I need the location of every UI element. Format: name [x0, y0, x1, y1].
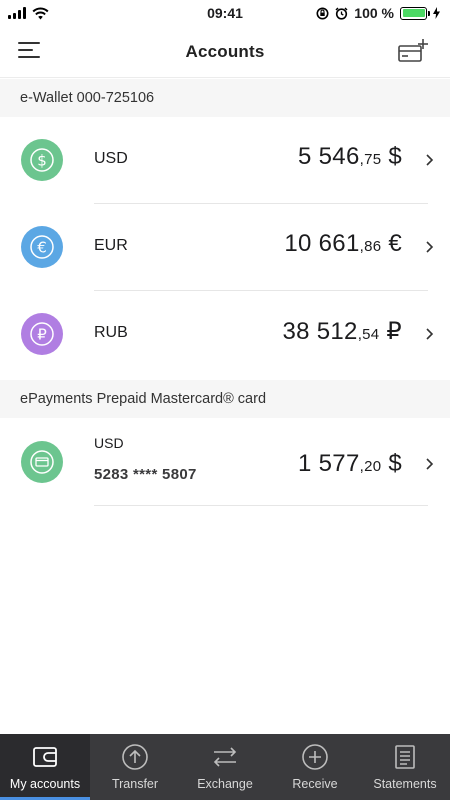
account-currency: RUB: [94, 324, 128, 341]
exchange-arrows-icon: [213, 747, 237, 767]
battery-level: [402, 9, 425, 17]
svg-text:$: $: [37, 152, 47, 170]
dollar-icon: $: [21, 139, 63, 181]
currency-symbol: $: [388, 450, 402, 477]
ruble-icon: ₽: [21, 313, 63, 355]
chevron-right-icon: [426, 328, 434, 340]
status-right: 100 %: [316, 5, 440, 21]
tab-statements[interactable]: Statements: [360, 734, 450, 800]
account-balance: 10 661,86 €: [284, 230, 402, 258]
wallet-icon: [33, 747, 57, 767]
currency-symbol: $: [388, 143, 402, 170]
tab-my-accounts[interactable]: My accounts: [0, 734, 90, 800]
svg-text:€: €: [37, 239, 47, 257]
add-card-button[interactable]: [398, 38, 430, 64]
signal-icon: [8, 7, 26, 19]
chevron-right-icon: [426, 154, 434, 166]
account-currency: EUR: [94, 237, 128, 254]
battery-icon: [400, 6, 430, 20]
balance-main: 10 661: [284, 230, 360, 257]
account-currency: USD: [94, 150, 128, 167]
row-divider: [94, 505, 428, 506]
account-row-rub[interactable]: ₽ RUB 38 512,54 ₽: [0, 291, 450, 378]
card-balance: 1 577,20 $: [298, 450, 402, 478]
tab-label: Statements: [373, 777, 437, 791]
euro-icon: €: [21, 226, 63, 268]
balance-cents: ,54: [357, 326, 380, 343]
battery-percent: 100 %: [354, 5, 394, 21]
tab-transfer[interactable]: Transfer: [90, 734, 180, 800]
tab-receive[interactable]: Receive: [270, 734, 360, 800]
charging-bolt-icon: [433, 7, 440, 19]
plus-circle-icon: [302, 744, 328, 770]
balance-main: 38 512: [282, 318, 358, 345]
currency-symbol: €: [388, 230, 402, 257]
credit-card-icon: [21, 441, 63, 483]
status-bar: 09:41 100 %: [0, 0, 450, 26]
alarm-icon: [335, 6, 348, 20]
tab-label: Transfer: [111, 777, 159, 791]
chevron-right-icon: [426, 458, 434, 470]
tab-label: Exchange: [197, 777, 253, 791]
tab-label: Receive: [292, 777, 338, 791]
add-card-icon: [398, 39, 428, 62]
account-row-usd[interactable]: $ USD 5 546,75 $: [0, 117, 450, 204]
status-left: [8, 7, 49, 20]
balance-main: 5 546: [298, 143, 360, 170]
chevron-right-icon: [426, 241, 434, 253]
account-balance: 5 546,75 $: [298, 143, 402, 171]
account-balance: 38 512,54 ₽: [282, 317, 402, 346]
rotation-lock-icon: [316, 7, 329, 19]
svg-text:₽: ₽: [37, 326, 47, 344]
tab-label: My accounts: [9, 777, 81, 791]
nav-bar: Accounts: [0, 26, 450, 78]
hamburger-menu-icon: [18, 42, 40, 58]
card-number: 5283 **** 5807: [94, 466, 197, 483]
card-currency: USD: [94, 435, 124, 451]
currency-symbol: ₽: [386, 318, 402, 345]
card-row[interactable]: USD 5283 **** 5807 1 577,20 $: [0, 418, 450, 506]
balance-cents: ,75: [359, 151, 382, 168]
page-title: Accounts: [185, 41, 265, 61]
card-section-header: ePayments Prepaid Mastercard® card: [0, 380, 450, 418]
tab-bar: My accounts Transfer Exchange Receive St…: [0, 734, 450, 800]
balance-cents: ,86: [359, 238, 382, 255]
menu-button[interactable]: [18, 42, 40, 60]
wallet-section-header: e-Wallet 000-725106: [0, 79, 450, 117]
account-row-eur[interactable]: € EUR 10 661,86 €: [0, 204, 450, 291]
arrow-up-circle-icon: [122, 744, 148, 770]
document-list-icon: [395, 745, 415, 769]
wifi-icon: [32, 7, 49, 19]
balance-cents: ,20: [359, 458, 382, 475]
balance-main: 1 577: [298, 450, 360, 477]
tab-exchange[interactable]: Exchange: [180, 734, 270, 800]
